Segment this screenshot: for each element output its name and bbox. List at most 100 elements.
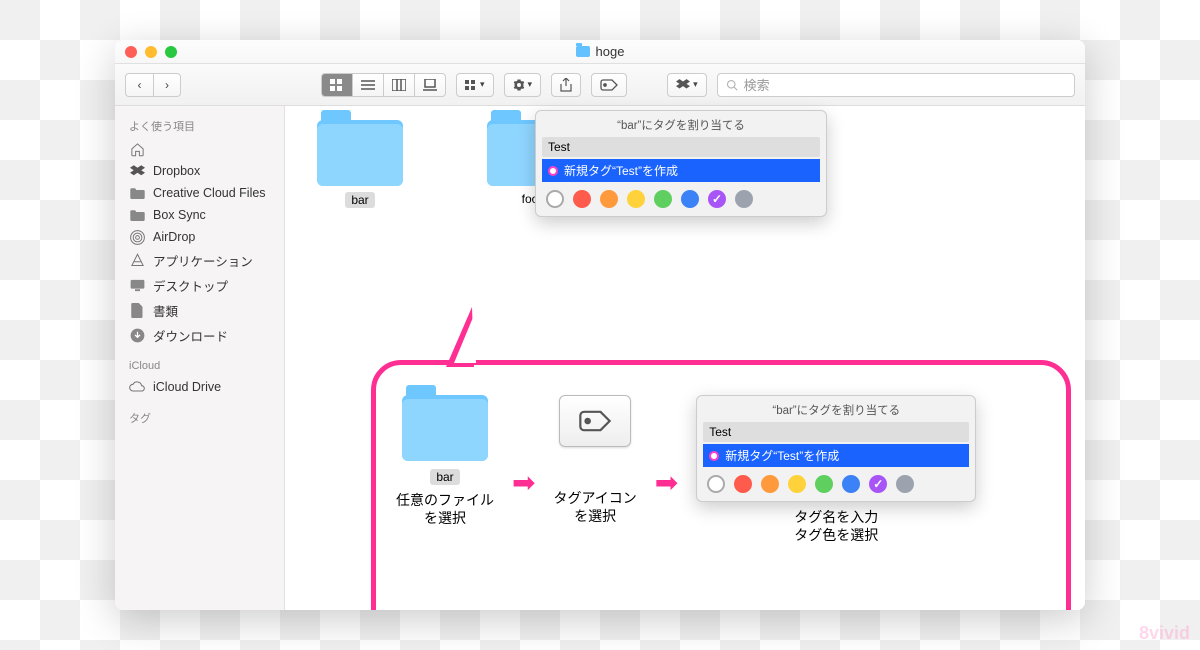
tag-name-input: Test (703, 422, 969, 442)
documents-icon (129, 303, 145, 319)
sidebar-item-documents[interactable]: 書類 (115, 298, 284, 323)
tag-button[interactable] (591, 73, 627, 97)
sidebar: よく使う項目 Dropbox Creative Cloud Files (115, 106, 285, 610)
color-green (815, 475, 833, 493)
home-icon (129, 141, 145, 157)
content-area: bar foo “bar”にタグを割り当てる Test 新規タグ“Test”を作… (285, 106, 1085, 610)
step-2: タグアイコン を選択 (553, 395, 636, 527)
tag-color-dot (548, 166, 558, 176)
icloud-header: iCloud (115, 356, 284, 376)
folder-icon (317, 120, 403, 186)
sidebar-item-apps[interactable]: アプリケーション (115, 248, 284, 273)
dropbox-toolbar-button[interactable]: ▾ (667, 73, 707, 97)
folder-icon (402, 395, 488, 461)
folder-icon (129, 185, 145, 201)
tag-button-large (559, 395, 631, 447)
popover-title: “bar”にタグを割り当てる (542, 117, 820, 133)
tag-color-dot (709, 451, 719, 461)
sidebar-item-label: ダウンロード (153, 326, 228, 345)
sidebar-item-airdrop[interactable]: AirDrop (115, 226, 284, 248)
color-blue (842, 475, 860, 493)
dropbox-icon (129, 163, 145, 179)
folder-label: bar (345, 192, 374, 208)
color-orange[interactable] (600, 190, 618, 208)
icon-view-button[interactable] (321, 73, 352, 97)
tag-popover-mini: “bar”にタグを割り当てる Test 新規タグ“Test”を作成 (696, 395, 976, 502)
sidebar-item-box[interactable]: Box Sync (115, 204, 284, 226)
arrow-right-icon: ➡ (512, 466, 535, 499)
window-controls (125, 46, 177, 58)
color-red (734, 475, 752, 493)
sidebar-item-desktop[interactable]: デスクトップ (115, 273, 284, 298)
sidebar-item-label: アプリケーション (153, 251, 253, 270)
color-swatches: ✓ (542, 182, 820, 210)
create-tag-label: 新規タグ“Test”を作成 (564, 162, 678, 179)
sidebar-item-cc[interactable]: Creative Cloud Files (115, 182, 284, 204)
view-buttons (321, 73, 446, 97)
airdrop-icon (129, 229, 145, 245)
color-green[interactable] (654, 190, 672, 208)
folder-icon (129, 207, 145, 223)
sidebar-item-label: Creative Cloud Files (153, 186, 266, 200)
minimize-icon[interactable] (145, 46, 157, 58)
folder-label: bar (430, 469, 459, 485)
folder-icon (576, 46, 590, 57)
sidebar-item-home[interactable] (115, 138, 284, 160)
color-yellow[interactable] (627, 190, 645, 208)
zoom-icon[interactable] (165, 46, 177, 58)
arrow-right-icon: ➡ (655, 466, 678, 499)
tags-header: タグ (115, 406, 284, 430)
step-1-caption: 任意のファイル を選択 (396, 493, 494, 529)
watermark: 8vivid (1139, 623, 1190, 644)
gallery-view-button[interactable] (414, 73, 446, 97)
titlebar: hoge (115, 40, 1085, 64)
action-button[interactable]: ▾ (504, 73, 542, 97)
group-button[interactable]: ▾ (456, 73, 494, 97)
desktop-icon (129, 278, 145, 294)
window-title: hoge (596, 44, 625, 59)
color-yellow (788, 475, 806, 493)
sidebar-item-label: デスクトップ (153, 276, 228, 295)
favorites-header: よく使う項目 (115, 114, 284, 138)
instruction-callout: bar 任意のファイル を選択 ➡ タグアイコン を選択 ➡ (371, 360, 1071, 610)
create-tag-option[interactable]: 新規タグ“Test”を作成 (542, 159, 820, 182)
folder-item-bar[interactable]: bar (305, 120, 415, 208)
color-none (707, 475, 725, 493)
tag-name-input[interactable]: Test (542, 137, 820, 157)
back-button[interactable]: ‹ (125, 73, 153, 97)
step-2-caption: タグアイコン を選択 (553, 491, 636, 527)
sidebar-item-icloud[interactable]: iCloud Drive (115, 376, 284, 398)
color-purple: ✓ (869, 475, 887, 493)
color-purple[interactable]: ✓ (708, 190, 726, 208)
color-red[interactable] (573, 190, 591, 208)
apps-icon (129, 253, 145, 269)
finder-window: hoge ‹ › ▾ ▾ (115, 40, 1085, 610)
create-tag-option: 新規タグ“Test”を作成 (703, 444, 969, 467)
close-icon[interactable] (125, 46, 137, 58)
create-tag-label: 新規タグ“Test”を作成 (725, 447, 839, 464)
color-none[interactable] (546, 190, 564, 208)
sidebar-item-downloads[interactable]: ダウンロード (115, 323, 284, 348)
forward-button[interactable]: › (153, 73, 181, 97)
color-gray (896, 475, 914, 493)
color-swatches: ✓ (703, 467, 969, 495)
cloud-icon (129, 379, 145, 395)
nav-buttons: ‹ › (125, 73, 181, 97)
popover-title: “bar”にタグを割り当てる (703, 402, 969, 418)
list-view-button[interactable] (352, 73, 383, 97)
step-1: bar 任意のファイル を選択 (396, 395, 494, 529)
search-input[interactable]: 検索 (717, 73, 1075, 97)
callout-tail (446, 307, 474, 367)
search-placeholder: 検索 (744, 75, 770, 94)
share-button[interactable] (551, 73, 581, 97)
color-gray[interactable] (735, 190, 753, 208)
tag-popover: “bar”にタグを割り当てる Test 新規タグ“Test”を作成 ✓ (535, 110, 827, 217)
sidebar-item-label: 書類 (153, 301, 178, 320)
sidebar-item-label: Dropbox (153, 164, 200, 178)
column-view-button[interactable] (383, 73, 414, 97)
sidebar-item-dropbox[interactable]: Dropbox (115, 160, 284, 182)
color-blue[interactable] (681, 190, 699, 208)
downloads-icon (129, 328, 145, 344)
step-3-caption: タグ名を入力 タグ色を選択 (794, 510, 878, 546)
sidebar-item-label: AirDrop (153, 230, 195, 244)
